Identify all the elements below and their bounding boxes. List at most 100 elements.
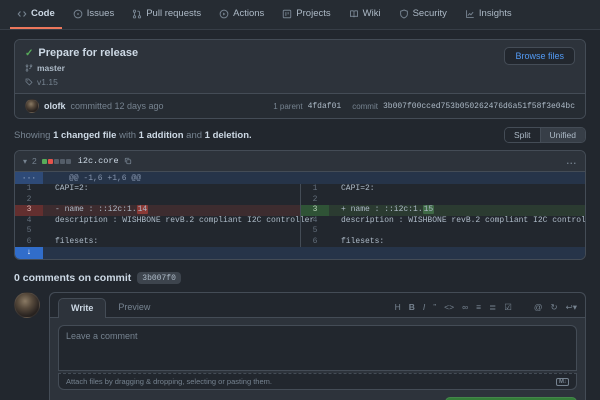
split-view-button[interactable]: Split [505,128,540,142]
comment-form: Write Preview H B I ” <> ∞ ≡ ≣ ☑ @ ↻ ↩▾ [49,292,586,400]
commit-page-main: ✓ Prepare for release master v1.15 Brows… [0,30,600,400]
comments-count-text: 0 comments on commit [14,272,131,284]
diff-pane-old: 1 CAPI=2: 2 3 - name : ::i2c:1.14 4 desc… [15,184,300,247]
line-number[interactable]: 2 [301,195,329,206]
diff-file-header: ▾ 2 i2c.core ... [15,151,585,172]
tab-preview[interactable]: Preview [106,298,162,317]
issue-icon [73,9,83,19]
diff-line-context: 6 filesets: [15,237,300,248]
mention-icon[interactable]: @ [534,303,543,312]
code-icon [17,9,27,19]
diff-line-context: 5 [15,226,300,237]
line-number[interactable]: 4 [15,216,43,227]
bold-icon[interactable]: B [409,303,415,312]
file-name[interactable]: i2c.core [78,156,119,166]
diff-line-deletion: 3 - name : ::i2c:1.14 [15,205,300,216]
check-success-icon: ✓ [25,48,33,59]
line-number[interactable]: 6 [15,237,43,248]
comment-input[interactable] [58,325,577,371]
file-changes-count: 2 [32,156,37,166]
quote-icon[interactable]: ” [433,303,436,312]
author-avatar[interactable] [25,99,39,113]
line-number[interactable]: 6 [301,237,329,248]
markdown-supported-icon[interactable]: M↓ [556,378,569,386]
addition-count: 1 addition [139,130,184,141]
line-number[interactable]: 1 [301,184,329,195]
nav-tab-label: Pull requests [146,8,201,19]
hunk-header-row: ··· @@ -1,6 +1,6 @@ [15,172,585,184]
line-number[interactable]: 5 [301,226,329,237]
line-number[interactable]: 4 [301,216,329,227]
line-number[interactable]: 2 [15,195,43,206]
diff-summary-text: Showing 1 changed file with 1 addition a… [14,130,252,141]
deleted-word-highlight: 14 [137,205,149,214]
committed-date-text: committed 12 days ago [71,101,164,111]
expand-down-icon[interactable]: ↓ [15,247,43,259]
diff-line-context: 2 [301,195,585,206]
diff-line-addition: 3 + name : ::i2c:1.15 [301,205,585,216]
tag-icon [25,78,33,86]
play-icon [219,9,229,19]
book-icon [349,9,359,19]
expand-hunk-control[interactable]: ··· [15,172,43,184]
commit-label: commit [352,102,378,111]
added-word-highlight: 15 [423,205,435,214]
hunk-header-text: @@ -1,6 +1,6 @@ [43,172,141,184]
saved-reply-icon[interactable]: ↩▾ [566,303,577,312]
line-number[interactable]: 3 [15,205,43,216]
nav-tab-pull-requests[interactable]: Pull requests [125,0,208,29]
unordered-list-icon[interactable]: ≡ [476,303,481,312]
author-link[interactable]: olofk [44,101,66,111]
branch-name[interactable]: master [37,63,65,73]
code-icon[interactable]: <> [444,303,454,312]
italic-icon[interactable]: I [423,303,425,312]
nav-tab-code[interactable]: Code [10,0,62,29]
nav-tab-insights[interactable]: Insights [458,0,519,29]
diff-line-context: 5 [301,226,585,237]
nav-tab-label: Wiki [363,8,381,19]
nav-tab-issues[interactable]: Issues [66,0,121,29]
nav-tab-projects[interactable]: Projects [275,0,337,29]
graph-icon [465,9,475,19]
nav-tab-label: Actions [233,8,264,19]
commit-sha-badge: 3b007f0 [137,272,181,284]
nav-tab-security[interactable]: Security [392,0,454,29]
unified-view-button[interactable]: Unified [540,128,585,142]
diffstat-squares [42,159,71,164]
line-number[interactable]: 5 [15,226,43,237]
tag-name[interactable]: v1.15 [37,77,58,87]
repo-tab-nav: Code Issues Pull requests Actions Projec… [0,0,600,30]
commit-sha: 3b007f00cced753b050262476d6a51f58f3e04bc [383,102,575,111]
branch-row: master [25,63,138,73]
tab-write[interactable]: Write [58,298,106,318]
diff-line-context: 2 [15,195,300,206]
branch-icon [25,64,33,72]
comments-heading: 0 comments on commit 3b007f0 [14,272,586,284]
diff-view-toggle: Split Unified [504,127,586,143]
ordered-list-icon[interactable]: ≣ [489,303,496,312]
diff-line-context: 6 filesets: [301,237,585,248]
commit-title: Prepare for release [38,47,138,59]
heading-icon[interactable]: H [395,303,401,312]
nav-tab-actions[interactable]: Actions [212,0,271,29]
task-list-icon[interactable]: ☑ [504,303,512,312]
attach-files-strip[interactable]: Attach files by dragging & dropping, sel… [58,373,577,390]
changed-file-count: 1 changed file [53,130,116,141]
file-options-kebab-icon[interactable]: ... [566,156,577,166]
diff-line-context: 4 description : WISHBONE revB.2 complian… [15,216,300,227]
link-icon[interactable]: ∞ [462,303,468,312]
tag-row: v1.15 [25,77,138,87]
diff-table: ··· @@ -1,6 +1,6 @@ 1 CAPI=2: 2 3 [15,172,585,259]
parent-sha-link[interactable]: 4fdaf01 [308,102,342,111]
collapse-chevron-icon[interactable]: ▾ [23,157,27,166]
copy-path-icon[interactable] [124,157,132,165]
nav-tab-wiki[interactable]: Wiki [342,0,388,29]
cross-reference-icon[interactable]: ↻ [550,303,557,312]
nav-tab-label: Projects [296,8,330,19]
nav-tab-label: Security [413,8,447,19]
line-number[interactable]: 1 [15,184,43,195]
nav-tab-label: Issues [87,8,114,19]
line-number[interactable]: 3 [301,205,329,216]
expand-diff-row: ↓ [15,247,585,259]
browse-files-button[interactable]: Browse files [504,47,575,65]
